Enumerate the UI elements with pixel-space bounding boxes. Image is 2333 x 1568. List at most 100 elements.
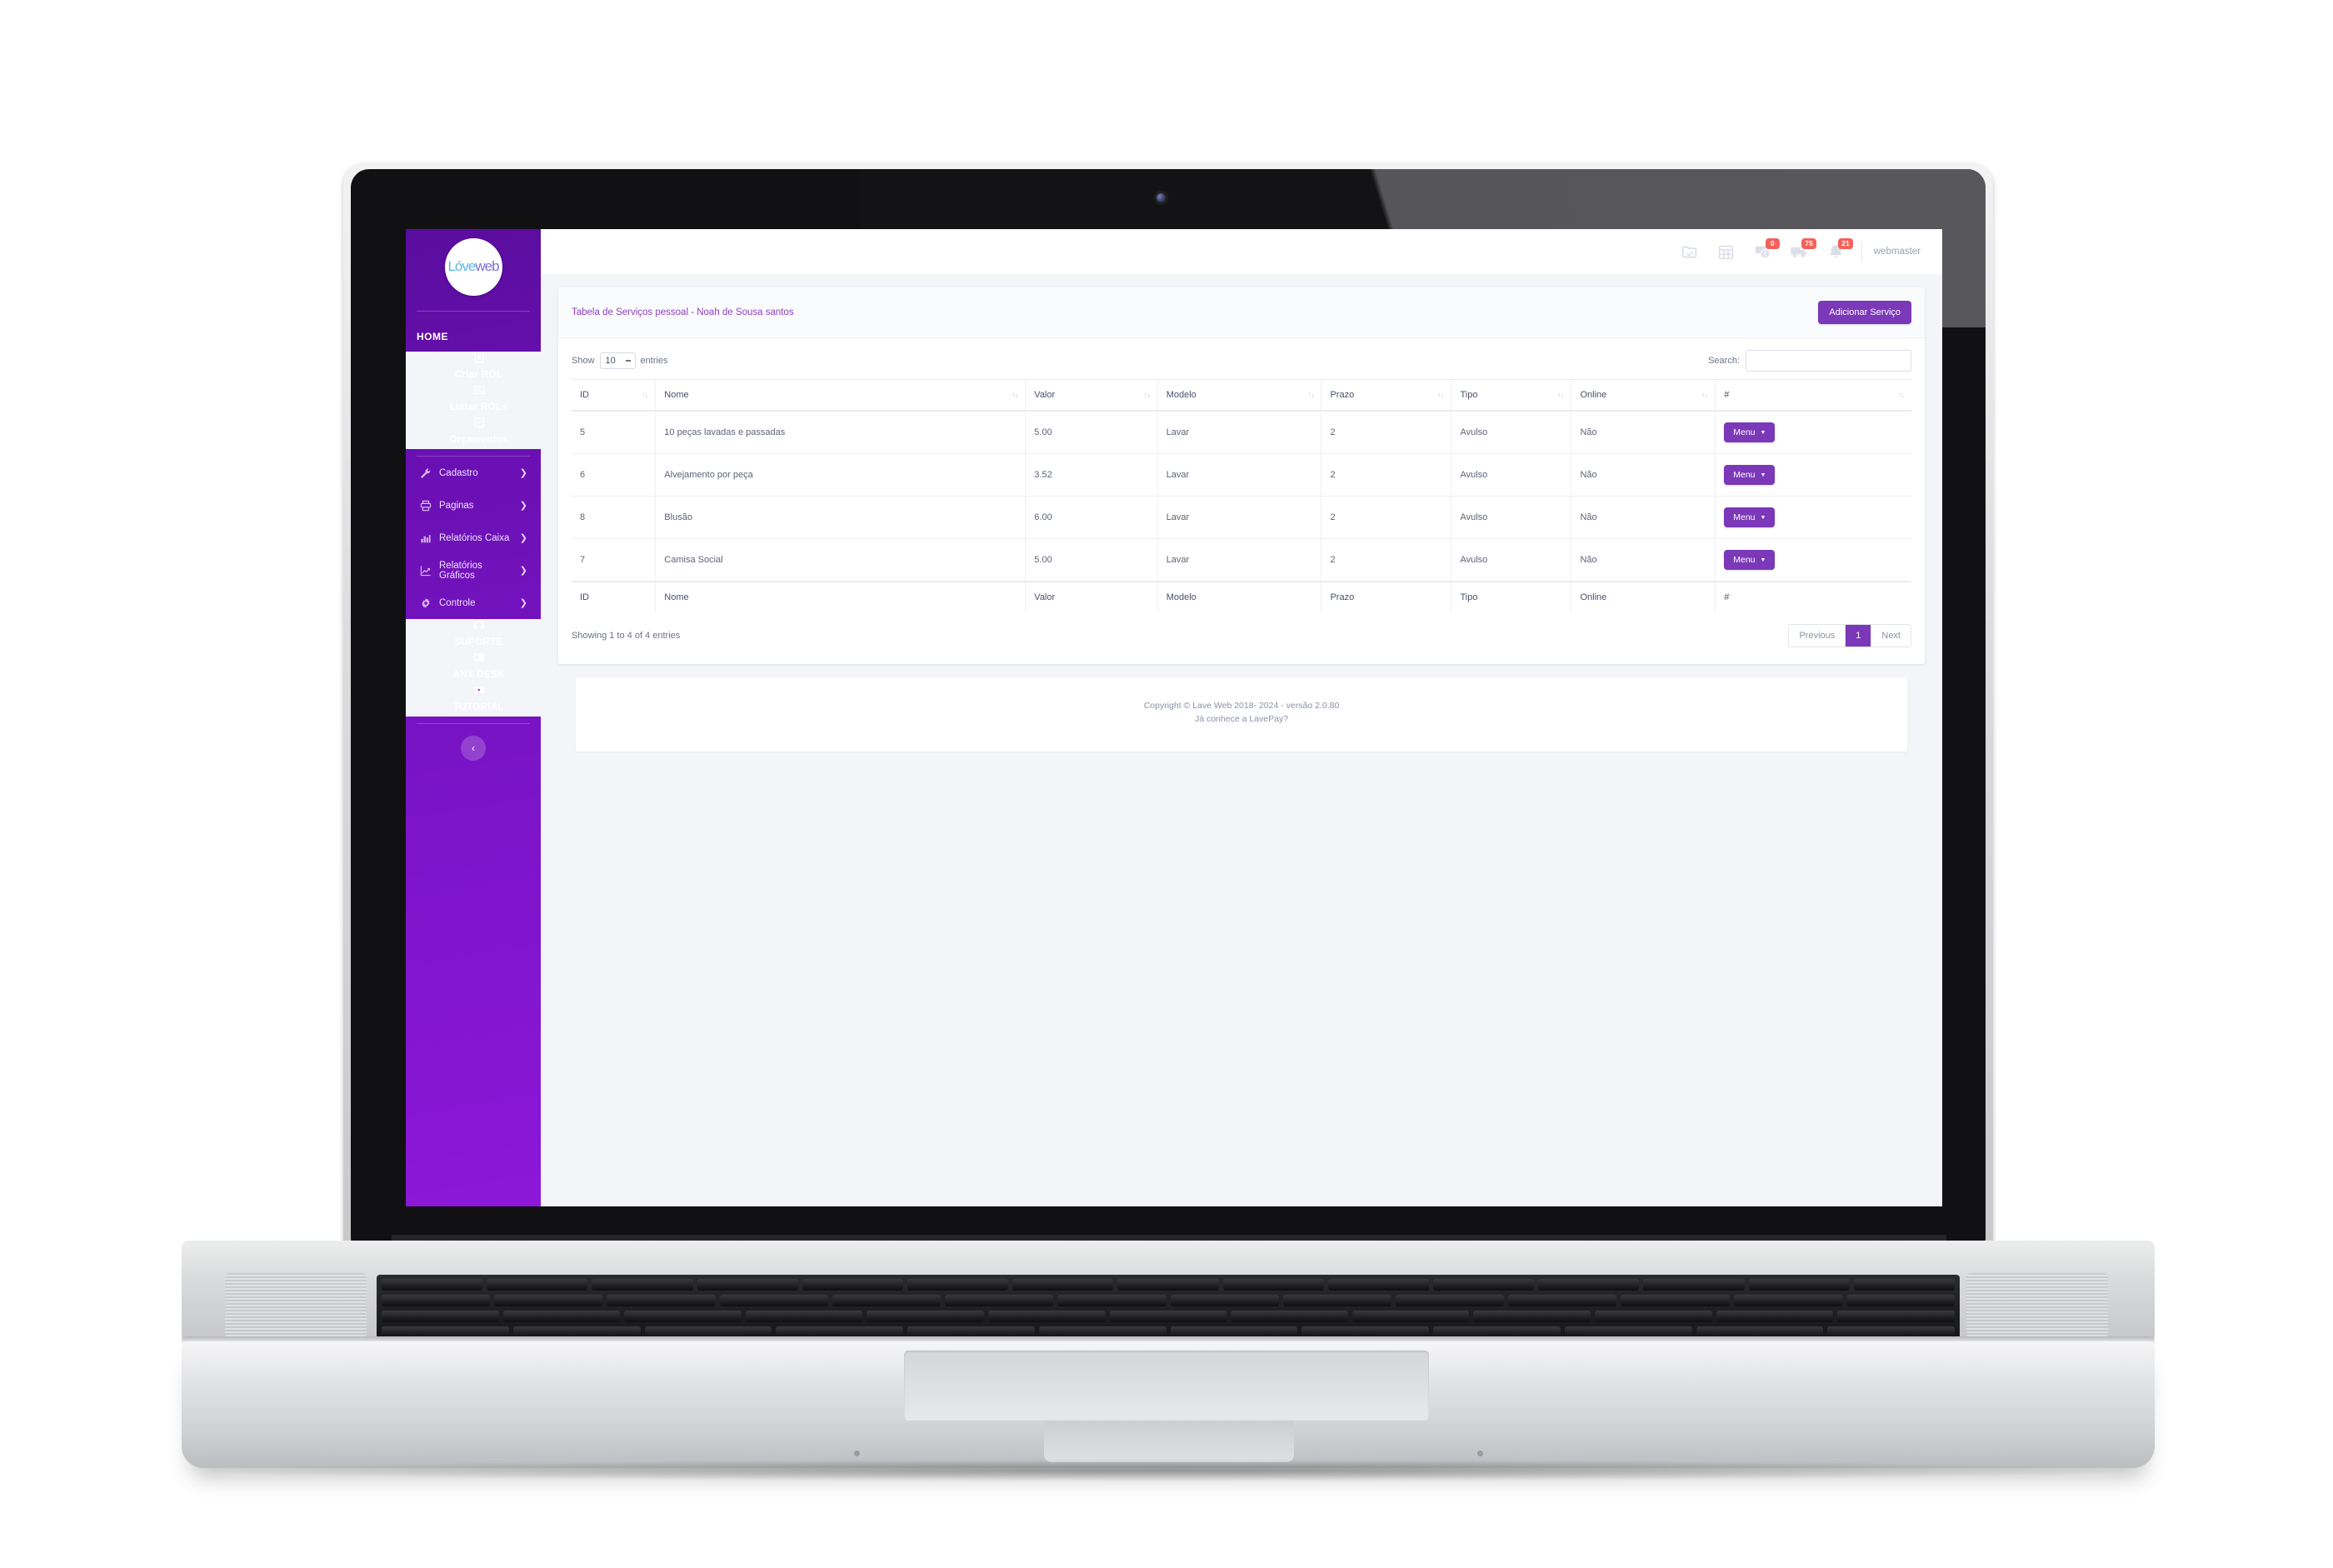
caret-down-icon: ▼: [1760, 429, 1766, 436]
sidebar-item-tutorial[interactable]: TUTORIAL: [406, 684, 541, 717]
table-foot: ID Nome Valor Modelo Prazo Tipo Online #: [572, 581, 1911, 612]
cell-valor: 6.00: [1025, 496, 1158, 539]
table-row: 8 Blusão 6.00 Lavar 2 Avulso Não Menu ▼: [572, 496, 1911, 539]
pagination-previous[interactable]: Previous: [1789, 625, 1846, 647]
pagination-next[interactable]: Next: [1871, 625, 1911, 647]
sidebar-item-any-desk[interactable]: ANY DESK: [406, 652, 541, 684]
sidebar: Lóveweb HOME Criar ROL Listar ROLs Orçam…: [406, 229, 541, 1206]
user-menu[interactable]: webmaster: [1874, 247, 1929, 257]
sidebar-nav: HOME Criar ROL Listar ROLs Orçamentos Ca…: [406, 312, 541, 761]
column-header-id[interactable]: ID ↑↓: [572, 379, 657, 412]
sidebar-item-cadastro[interactable]: Cadastro ❯: [406, 457, 541, 489]
sidebar-item-orcamentos[interactable]: Orçamentos: [406, 417, 541, 449]
add-service-button[interactable]: Adicionar Serviço: [1818, 301, 1911, 324]
folder-check-icon[interactable]: [1671, 233, 1708, 270]
trackpad: [904, 1351, 1429, 1421]
row-menu-button[interactable]: Menu ▼: [1724, 550, 1776, 570]
row-menu-button[interactable]: Menu ▼: [1724, 465, 1776, 485]
lavepay-link[interactable]: Já conhece a LavePay?: [576, 712, 1907, 726]
cell-prazo: 2: [1321, 538, 1452, 582]
sidebar-item-listar-rols[interactable]: Listar ROLs: [406, 384, 541, 417]
column-header-valor[interactable]: Valor ↑↓: [1025, 379, 1158, 412]
card-header: Tabela de Serviços pessoal - Noah de Sou…: [558, 287, 1925, 338]
column-header-modelo[interactable]: Modelo ↑↓: [1157, 379, 1322, 412]
sidebar-item-paginas[interactable]: Paginas ❯: [406, 489, 541, 522]
drop-shadow: [200, 1460, 2133, 1481]
sidebar-item-label: Cadastro: [439, 467, 478, 478]
laptop-foot-right: [1477, 1451, 1483, 1456]
chevron-right-icon: ❯: [519, 501, 527, 511]
pagination-page-1[interactable]: 1: [1846, 625, 1872, 647]
cell-prazo: 2: [1321, 453, 1452, 497]
cell-id: 7: [572, 538, 657, 582]
page-title: Tabela de Serviços pessoal - Noah de Sou…: [572, 307, 794, 317]
column-header-online[interactable]: Online ↑↓: [1571, 379, 1716, 412]
row-menu-button[interactable]: Menu ▼: [1724, 507, 1776, 527]
cell-nome: Camisa Social: [655, 538, 1027, 582]
sidebar-collapse-wrap: ‹: [406, 736, 541, 761]
sidebar-item-home[interactable]: HOME: [406, 322, 541, 352]
page-length-select[interactable]: 10 25 50 100: [599, 352, 636, 369]
calendar-grid-icon[interactable]: [1708, 233, 1745, 270]
sort-icon: ↑↓: [1143, 391, 1151, 399]
speaker-grille-left: [225, 1273, 367, 1338]
bell-icon[interactable]: 21: [1818, 233, 1855, 270]
sort-icon: ↑↓: [642, 391, 648, 399]
anydesk-icon: [473, 652, 485, 663]
logo-text: Lóveweb: [447, 258, 499, 274]
entries-info: Showing 1 to 4 of 4 entries: [572, 631, 681, 641]
column-header-nome[interactable]: Nome ↑↓: [655, 379, 1027, 412]
top-navbar: 0 75 21 webmaster: [541, 229, 1942, 274]
money-dollar-icon[interactable]: 0: [1745, 233, 1781, 270]
web-application: Lóveweb HOME Criar ROL Listar ROLs Orçam…: [406, 229, 1942, 1206]
row-menu-label: Menu: [1733, 470, 1756, 480]
file-plus-icon: [473, 352, 485, 363]
table-row: 6 Alvejamento por peça 3.52 Lavar 2 Avul…: [572, 453, 1911, 497]
table-body: 5 10 peças lavadas e passadas 5.00 Lavar…: [572, 410, 1911, 582]
delivery-truck-icon[interactable]: 75: [1781, 233, 1818, 270]
row-menu-label: Menu: [1733, 427, 1756, 437]
sort-icon: ↑↓: [1557, 391, 1564, 399]
chevron-right-icon: ❯: [519, 598, 527, 608]
column-header-prazo[interactable]: Prazo ↑↓: [1321, 379, 1452, 412]
sidebar-item-controle[interactable]: Controle ❯: [406, 587, 541, 619]
speaker-grille-right: [1966, 1273, 2108, 1338]
footer-prazo: Prazo: [1321, 581, 1452, 612]
row-menu-label: Menu: [1733, 555, 1756, 565]
sidebar-item-relatorios-caixa[interactable]: Relatórios Caixa ❯: [406, 522, 541, 554]
webcam-icon: [1157, 193, 1166, 202]
line-chart-icon: [420, 565, 432, 577]
cell-actions: Menu ▼: [1715, 496, 1911, 539]
brand-logo[interactable]: Lóveweb: [406, 229, 541, 304]
table-header-row: ID ↑↓ Nome ↑↓ Valor ↑↓ Modelo ↑↓ Prazo ↑↓ Tip…: [572, 379, 1911, 412]
cell-valor: 5.00: [1025, 538, 1158, 582]
cell-id: 8: [572, 496, 657, 539]
sidebar-collapse-button[interactable]: ‹: [461, 736, 486, 761]
column-header-tipo[interactable]: Tipo ↑↓: [1451, 379, 1572, 412]
page-length-control: Show 10 25 50 100 entries: [572, 352, 668, 369]
sidebar-item-label: Relatórios Gráficos: [439, 560, 482, 581]
sidebar-item-label: Paginas: [439, 500, 474, 511]
cell-online: Não: [1571, 453, 1716, 497]
sidebar-item-suporte[interactable]: SUPORTE: [406, 619, 541, 652]
sidebar-item-label: Controle: [439, 597, 476, 608]
footer-modelo: Modelo: [1157, 581, 1322, 612]
sidebar-item-criar-rol[interactable]: Criar ROL: [406, 352, 541, 384]
wrench-icon: [420, 467, 432, 479]
status-badge: 0: [1765, 238, 1780, 249]
sidebar-item-label: Criar ROL: [454, 370, 503, 380]
pagination: Previous 1 Next: [1788, 624, 1911, 647]
show-label: Show: [572, 356, 595, 366]
cell-actions: Menu ▼: [1715, 538, 1911, 582]
page-content: Tabela de Serviços pessoal - Noah de Sou…: [541, 274, 1942, 1206]
row-menu-button[interactable]: Menu ▼: [1724, 422, 1776, 442]
footer-valor: Valor: [1025, 581, 1158, 612]
sidebar-item-relatorios-graficos[interactable]: Relatórios Gráficos ❯: [406, 554, 541, 587]
sidebar-item-label: ANY DESK: [452, 670, 505, 680]
search-input[interactable]: [1746, 350, 1911, 372]
column-header-actions[interactable]: # ↑↓: [1715, 379, 1911, 412]
laptop-keyboard: [377, 1275, 1960, 1341]
footer-online: Online: [1571, 581, 1716, 612]
list-card-icon: [472, 384, 485, 396]
sidebar-item-label: Relatórios Caixa: [439, 532, 510, 543]
